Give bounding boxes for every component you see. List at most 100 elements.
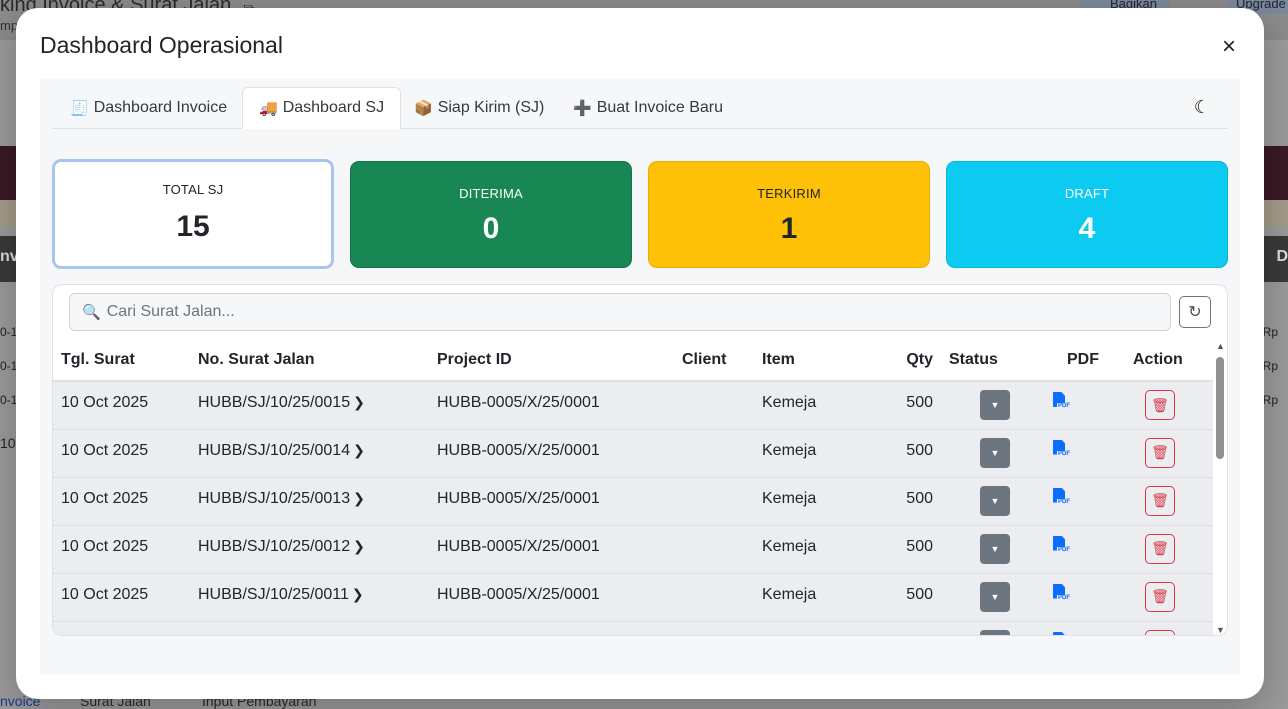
cell-project-id: HUBB-0005/X/25/0001 <box>429 621 674 635</box>
cell-client <box>674 381 754 430</box>
table-row[interactable]: 10 Oct 2025 HUBB/SJ/10/25/0015 ❯ HUBB-000… <box>53 381 1213 430</box>
status-dropdown-button[interactable]: ▼ <box>980 533 1010 564</box>
chevron-right-icon[interactable]: ❯ <box>353 634 365 636</box>
delete-button[interactable]: 🗑 <box>1145 437 1175 468</box>
status-dropdown-button[interactable]: ▼ <box>980 437 1010 468</box>
chevron-right-icon[interactable]: ❯ <box>353 442 365 458</box>
delete-button[interactable]: 🗑 <box>1145 581 1175 612</box>
header-status[interactable]: Status <box>941 339 1033 382</box>
tab-bar: 🧾 Dashboard Invoice 🚚 Dashboard SJ 📦 Sia… <box>52 87 1228 129</box>
scroll-down-arrow-icon[interactable]: ▼ <box>1216 625 1225 635</box>
surat-jalan-panel: 🔍 ↻ Tgl. Surat No. Surat Jalan Project I… <box>52 284 1228 636</box>
no-surat-link[interactable]: HUBB/SJ/10/25/0010 <box>198 634 350 636</box>
table-scrollbar[interactable]: ▲ ▼ <box>1213 339 1227 635</box>
item-text: Kemeja <box>762 441 817 459</box>
stat-card-total-sj[interactable]: TOTAL SJ 15 <box>52 159 334 269</box>
chevron-right-icon[interactable]: ❯ <box>353 490 365 506</box>
tgl-text: 10 Oct 2025 <box>61 441 149 459</box>
header-action[interactable]: Action <box>1125 339 1213 382</box>
cell-no-surat-jalan[interactable]: HUBB/SJ/10/25/0012 ❯ <box>190 525 429 574</box>
cell-client <box>674 573 754 622</box>
header-tgl-surat[interactable]: Tgl. Surat <box>53 339 190 382</box>
header-pdf[interactable]: PDF <box>1033 339 1125 382</box>
delete-button[interactable]: 🗑 <box>1145 629 1175 635</box>
close-button[interactable]: × <box>1216 34 1242 60</box>
cell-tgl-surat: 10 Oct 2025 <box>53 477 190 526</box>
cell-pdf: PDF <box>1033 381 1125 430</box>
cell-status: ▼ <box>941 477 1033 526</box>
header-client[interactable]: Client <box>674 339 754 382</box>
status-dropdown-button[interactable]: ▼ <box>980 581 1010 612</box>
cell-action: 🗑 <box>1125 525 1213 574</box>
tgl-text: 10 Oct 2025 <box>61 489 149 507</box>
cell-client <box>674 621 754 635</box>
qty-text: 500 <box>906 441 933 459</box>
item-text: Kemeja <box>762 585 817 603</box>
no-surat-link[interactable]: HUBB/SJ/10/25/0014 <box>198 442 350 459</box>
pdf-badge: PDF <box>1057 546 1071 554</box>
header-item[interactable]: Item <box>754 339 864 382</box>
table-row[interactable]: 10 Oct 2025 HUBB/SJ/10/25/0010❯ HUBB-000… <box>53 621 1213 636</box>
table-row[interactable]: 10 Oct 2025 HUBB/SJ/10/25/0014 ❯ HUBB-000… <box>53 429 1213 478</box>
status-dropdown-button[interactable]: ▼ <box>980 390 1010 420</box>
tab-dashboard-sj[interactable]: 🚚 Dashboard SJ <box>242 87 402 129</box>
delete-button[interactable]: 🗑 <box>1145 533 1175 564</box>
table-row[interactable]: 10 Oct 2025 HUBB/SJ/10/25/0011 ❯ HUBB-000… <box>53 573 1213 622</box>
chevron-right-icon[interactable]: ❯ <box>353 538 365 554</box>
cell-client <box>674 477 754 526</box>
cell-item: Kemeja <box>754 573 864 622</box>
pdf-sheet <box>1053 631 1065 635</box>
header-qty[interactable]: Qty <box>864 339 941 382</box>
table-row[interactable]: 10 Oct 2025 HUBB/SJ/10/25/0012 ❯ HUBB-000… <box>53 525 1213 574</box>
cell-no-surat-jalan[interactable]: HUBB/SJ/10/25/0015 ❯ <box>190 381 429 430</box>
qty-text: 500 <box>906 634 933 636</box>
scroll-thumb[interactable] <box>1216 357 1224 459</box>
header-no-surat-jalan[interactable]: No. Surat Jalan <box>190 339 429 382</box>
tab-dashboard-invoice[interactable]: 🧾 Dashboard Invoice <box>54 87 243 129</box>
qty-text: 500 <box>906 537 933 555</box>
no-surat-link[interactable]: HUBB/SJ/10/25/0011 <box>198 586 349 603</box>
search-input[interactable] <box>106 303 1147 321</box>
dashboard-modal: Dashboard Operasional × 🧾 Dashboard Invo… <box>16 8 1264 699</box>
delete-button[interactable]: 🗑 <box>1145 390 1175 420</box>
pdf-icon[interactable]: PDF <box>1053 487 1071 507</box>
stat-card-diterima[interactable]: DITERIMA 0 <box>350 161 632 268</box>
chevron-right-icon[interactable]: ❯ <box>353 394 365 410</box>
status-dropdown-button[interactable]: ▼ <box>980 629 1010 635</box>
pdf-icon[interactable]: PDF <box>1053 583 1071 603</box>
cell-action: 🗑 <box>1125 573 1213 622</box>
caret-down-icon: ▼ <box>990 400 1000 410</box>
no-surat-link[interactable]: HUBB/SJ/10/25/0013 <box>198 490 350 507</box>
no-surat-link[interactable]: HUBB/SJ/10/25/0015 <box>198 394 350 411</box>
pdf-icon[interactable]: PDF <box>1053 392 1071 411</box>
tab-label: Dashboard SJ <box>282 99 385 116</box>
cell-status: ▼ <box>941 621 1033 635</box>
package-icon: 📦 <box>414 100 433 117</box>
trash-icon: 🗑 <box>1151 588 1169 604</box>
table-row[interactable]: 10 Oct 2025 HUBB/SJ/10/25/0013 ❯ HUBB-000… <box>53 477 1213 526</box>
pdf-icon[interactable]: PDF <box>1053 439 1071 459</box>
stat-card-draft[interactable]: DRAFT 4 <box>946 161 1228 268</box>
scroll-up-arrow-icon[interactable]: ▲ <box>1216 341 1225 351</box>
receipt-icon: 🧾 <box>70 100 89 117</box>
trash-icon: 🗑 <box>1151 396 1169 413</box>
stat-card-terkirim[interactable]: TERKIRIM 1 <box>648 161 930 268</box>
cell-no-surat-jalan[interactable]: HUBB/SJ/10/25/0014 ❯ <box>190 429 429 478</box>
pdf-icon[interactable]: PDF <box>1053 631 1069 635</box>
moon-icon[interactable]: ☾ <box>1194 97 1210 118</box>
cell-no-surat-jalan[interactable]: HUBB/SJ/10/25/0013 ❯ <box>190 477 429 526</box>
no-surat-link[interactable]: HUBB/SJ/10/25/0012 <box>198 538 350 555</box>
table-scroll-area: Tgl. Surat No. Surat Jalan Project ID Cl… <box>53 339 1213 636</box>
refresh-button[interactable]: ↻ <box>1179 296 1211 328</box>
pdf-icon[interactable]: PDF <box>1053 535 1071 555</box>
delete-button[interactable]: 🗑 <box>1145 485 1175 516</box>
stat-label: TERKIRIM <box>757 186 821 201</box>
cell-no-surat-jalan[interactable]: HUBB/SJ/10/25/0011 ❯ <box>190 573 429 622</box>
chevron-right-icon[interactable]: ❯ <box>352 586 364 602</box>
cell-status: ▼ <box>941 429 1033 478</box>
tab-buat-invoice-baru[interactable]: ➕ Buat Invoice Baru <box>557 87 739 129</box>
status-dropdown-button[interactable]: ▼ <box>980 485 1010 516</box>
header-project-id[interactable]: Project ID <box>429 339 674 382</box>
tab-siap-kirim[interactable]: 📦 Siap Kirim (SJ) <box>398 87 560 129</box>
cell-no-surat-jalan[interactable]: HUBB/SJ/10/25/0010❯ <box>190 621 429 636</box>
